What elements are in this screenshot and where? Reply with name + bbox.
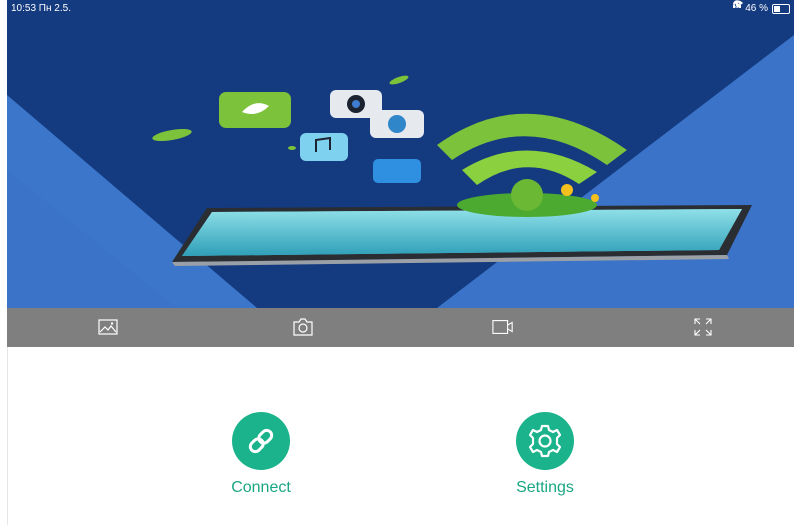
battery-percent: 46 %	[745, 3, 768, 14]
video-icon	[492, 320, 513, 334]
album-button[interactable]	[97, 317, 119, 337]
snapshot-button[interactable]	[292, 317, 314, 337]
record-button[interactable]	[492, 317, 514, 337]
fullscreen-button[interactable]	[692, 317, 714, 337]
weather-app-icon	[373, 159, 421, 183]
camera-icon	[293, 318, 313, 336]
settings-button[interactable]: Settings	[485, 412, 605, 497]
hero-banner: 10:53 Пн 2.5. 46 %	[7, 0, 794, 308]
battery-fill	[774, 6, 780, 12]
status-bar: 10:53 Пн 2.5. 46 %	[7, 0, 794, 18]
expand-icon	[694, 318, 712, 336]
settings-icon-circle	[516, 412, 574, 470]
image-icon	[98, 319, 118, 335]
leaf-app-icon	[219, 92, 291, 128]
connect-button[interactable]: Connect	[201, 412, 321, 497]
connect-icon-circle	[232, 412, 290, 470]
settings-label: Settings	[516, 479, 574, 496]
hero-illustration	[7, 0, 794, 308]
globe-app-icon	[370, 110, 424, 138]
status-icons: 46 %	[733, 0, 790, 18]
gear-icon	[528, 424, 562, 458]
app-screen: 10:53 Пн 2.5. 46 % Connect Settings	[0, 0, 794, 525]
music-app-icon	[300, 133, 348, 161]
tablet-graphic	[172, 205, 752, 266]
battery-icon	[772, 4, 790, 14]
media-toolbar	[7, 308, 794, 347]
link-icon	[248, 428, 274, 454]
connect-label: Connect	[231, 479, 291, 496]
status-time: 10:53 Пн 2.5.	[11, 3, 71, 14]
